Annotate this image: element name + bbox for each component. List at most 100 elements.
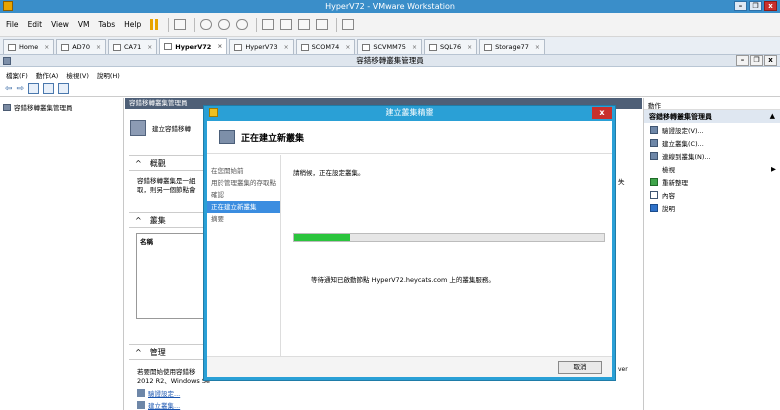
guest-menu-file[interactable]: 檔案(F)	[6, 70, 28, 80]
show-hide-action-pane-icon[interactable]	[58, 83, 70, 94]
clusters-section-header[interactable]: ^ 叢集	[129, 212, 209, 228]
actions-subheader[interactable]: 容錯移轉叢集管理員 ▲	[644, 110, 780, 123]
management-section-header[interactable]: ^ 管理	[129, 344, 209, 360]
tab-home[interactable]: Home ×	[3, 39, 55, 54]
tab-close-icon[interactable]: ×	[467, 44, 472, 51]
tab-sql76[interactable]: SQL76 ×	[423, 39, 478, 54]
guest-menu-action[interactable]: 動作(A)	[36, 70, 59, 80]
submenu-arrow-icon: ▶	[771, 164, 776, 173]
action-refresh[interactable]: 重新整理	[644, 175, 780, 188]
guest-menu-help[interactable]: 說明(H)	[97, 70, 120, 80]
guest-menu-view[interactable]: 檢視(V)	[66, 70, 89, 80]
guest-minimize-button[interactable]: –	[736, 55, 749, 66]
vm-icon	[164, 43, 173, 50]
column-header-name[interactable]: 名稱	[140, 238, 153, 246]
tab-close-icon[interactable]: ×	[147, 44, 152, 51]
step-access-point: 用於管理叢集的存取點	[211, 179, 276, 187]
snapshot-icon[interactable]	[200, 19, 213, 30]
overview-text-fragment: 失	[618, 178, 625, 186]
collapse-arrow-icon[interactable]: ▲	[770, 112, 775, 121]
wizard-steps: 在您開始前 用於管理叢集的存取點 確認 正在建立新叢集 摘要	[207, 155, 281, 377]
tab-label: Home	[19, 43, 39, 51]
wizard-heading: 正在建立新叢集	[241, 133, 305, 144]
tab-close-icon[interactable]: ×	[217, 43, 222, 50]
tab-label: SQL76	[439, 43, 462, 51]
validate-configuration-link[interactable]: 驗證設定...	[148, 388, 180, 398]
guest-maximize-button[interactable]: ❐	[750, 55, 763, 66]
pause-button[interactable]	[150, 19, 159, 30]
collapse-icon[interactable]: ^	[135, 348, 142, 357]
overview-section-header[interactable]: ^ 概觀	[129, 155, 209, 171]
close-button[interactable]: x	[764, 1, 777, 11]
toolbar-separator	[336, 17, 338, 32]
tab-close-icon[interactable]: ×	[44, 44, 49, 51]
tab-label: SCVMM75	[373, 43, 406, 51]
tab-scom74[interactable]: SCOM74 ×	[295, 39, 356, 54]
menu-file[interactable]: File	[6, 20, 19, 29]
tab-label: CA71	[124, 43, 142, 51]
unity-icon[interactable]	[316, 19, 329, 30]
tab-scvmm75[interactable]: SCVMM75 ×	[357, 39, 422, 54]
collapse-icon[interactable]: ^	[135, 159, 142, 168]
revert-snapshot-icon[interactable]	[218, 19, 231, 30]
minimize-button[interactable]: –	[734, 1, 747, 11]
tab-ad70[interactable]: AD70 ×	[56, 39, 106, 54]
guest-window-title-bar: 容錯移轉叢集管理員	[0, 55, 780, 67]
tab-close-icon[interactable]: ×	[284, 44, 289, 51]
vmware-menubar: File Edit View VM Tabs Help	[0, 13, 780, 37]
tab-hyperv72[interactable]: HyperV72 ×	[159, 38, 228, 54]
actions-subheader-label: 容錯移轉叢集管理員	[649, 113, 712, 121]
create-cluster-icon	[650, 138, 658, 147]
maximize-button[interactable]: ❐	[749, 1, 762, 11]
tab-close-icon[interactable]: ×	[535, 44, 540, 51]
wizard-close-button[interactable]: x	[592, 107, 612, 119]
show-hide-tree-icon[interactable]	[28, 83, 40, 94]
tab-ca71[interactable]: CA71 ×	[108, 39, 158, 54]
tab-storage77[interactable]: Storage77 ×	[479, 39, 545, 54]
action-create-cluster[interactable]: 建立叢集(C)...	[644, 136, 780, 149]
action-properties[interactable]: 內容	[644, 188, 780, 201]
action-help[interactable]: 說明	[644, 201, 780, 214]
help-icon[interactable]	[43, 83, 55, 94]
tree-item-root[interactable]: 容錯移轉叢集管理員	[3, 102, 120, 112]
create-cluster-link[interactable]: 建立叢集...	[148, 400, 180, 410]
tab-close-icon[interactable]: ×	[412, 44, 417, 51]
menu-help[interactable]: Help	[124, 20, 141, 29]
step-summary: 摘要	[211, 215, 224, 223]
overview-text-2: 取，則另一個節點會	[137, 186, 196, 194]
full-screen-icon[interactable]	[298, 19, 311, 30]
back-arrow-icon[interactable]: ⇦	[5, 84, 13, 94]
thumbnail-bar-icon[interactable]	[280, 19, 293, 30]
action-view[interactable]: 檢視 ▶	[644, 162, 780, 175]
menu-vm[interactable]: VM	[78, 20, 90, 29]
guest-close-button[interactable]: x	[764, 55, 777, 66]
create-link-row[interactable]: 建立叢集...	[137, 400, 180, 410]
show-library-icon[interactable]	[262, 19, 275, 30]
clusters-grid[interactable]: 名稱	[136, 233, 208, 319]
menu-tabs[interactable]: Tabs	[99, 20, 116, 29]
window-controls: – ❐ x	[734, 1, 777, 11]
actions-pane: 動作 容錯移轉叢集管理員 ▲ 驗證設定(V)... 建立叢集(C)... 連線到…	[643, 98, 780, 410]
console-view-icon[interactable]	[342, 19, 355, 30]
vm-icon	[113, 43, 121, 51]
menu-edit[interactable]: Edit	[28, 20, 43, 29]
status-text: 請稍候，正在設定叢集。	[293, 169, 365, 177]
collapse-icon[interactable]: ^	[135, 216, 142, 225]
tab-close-icon[interactable]: ×	[96, 44, 101, 51]
tab-close-icon[interactable]: ×	[345, 44, 350, 51]
progress-bar	[293, 233, 605, 242]
send-ctrl-alt-del-icon[interactable]	[174, 19, 187, 30]
validate-link-row[interactable]: 驗證設定...	[137, 388, 180, 398]
cancel-button[interactable]: 取消	[558, 361, 602, 374]
action-validate[interactable]: 驗證設定(V)...	[644, 123, 780, 136]
menu-view[interactable]: View	[51, 20, 69, 29]
management-text-fragment: ver	[618, 366, 628, 373]
cluster-manager-icon	[3, 103, 11, 111]
action-connect[interactable]: 連線到叢集(N)...	[644, 149, 780, 162]
tab-hyperv73[interactable]: HyperV73 ×	[229, 39, 294, 54]
toolbar-separator	[168, 17, 170, 32]
snapshot-manager-icon[interactable]	[236, 19, 249, 30]
wizard-title-bar: 建立叢集精靈 x	[204, 106, 615, 120]
forward-arrow-icon[interactable]: ⇨	[17, 84, 25, 94]
vm-icon	[362, 43, 371, 51]
